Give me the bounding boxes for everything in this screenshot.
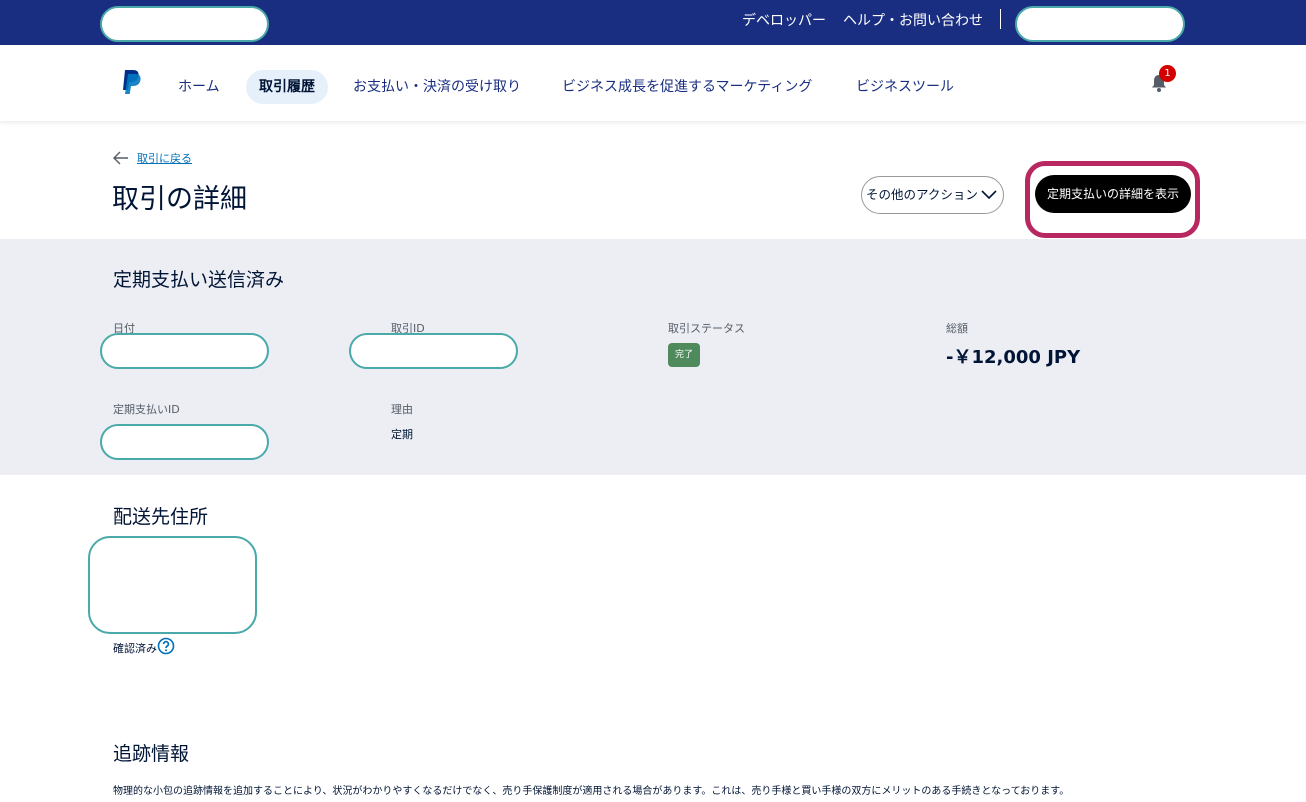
help-contact-link[interactable]: ヘルプ・お問い合わせ <box>843 10 983 30</box>
chevron-down-icon <box>981 190 997 200</box>
nav-home[interactable]: ホーム <box>165 70 233 104</box>
nav-payments[interactable]: お支払い・決済の受け取り <box>340 70 534 104</box>
tracking-title: 追跡情報 <box>113 743 190 765</box>
more-actions-button[interactable]: その他のアクション <box>861 176 1004 214</box>
redacted-user-pill[interactable] <box>1015 6 1185 42</box>
redacted-account-pill <box>100 6 269 42</box>
reason-value: 定期 <box>391 428 413 441</box>
redacted-date-value <box>100 333 269 369</box>
total-amount: -￥12,000 JPY <box>946 347 1081 368</box>
nav-activity[interactable]: 取引履歴 <box>246 70 328 104</box>
summary-title: 定期支払い送信済み <box>113 269 285 291</box>
verified-label: 確認済み <box>113 642 157 655</box>
tracking-description: 物理的な小包の追跡情報を追加することにより、状況がわかりやすくなるだけでなく、売… <box>113 786 1070 797</box>
redacted-recurring-id <box>100 424 269 460</box>
status-badge: 完了 <box>668 343 700 367</box>
reason-label: 理由 <box>391 403 413 416</box>
nav-marketing[interactable]: ビジネス成長を促進するマーケティング <box>549 70 825 104</box>
paypal-logo-icon[interactable] <box>121 69 143 95</box>
main-navigation: ホーム 取引履歴 お支払い・決済の受け取り ビジネス成長を促進するマーケティング… <box>0 45 1306 121</box>
back-arrow-icon[interactable] <box>113 151 129 165</box>
shipping-title: 配送先住所 <box>113 506 209 528</box>
total-label: 総額 <box>946 322 968 335</box>
topbar-divider <box>1000 9 1001 29</box>
page-title: 取引の詳細 <box>112 184 247 215</box>
status-label: 取引ステータス <box>668 322 745 335</box>
redacted-transaction-id <box>349 333 518 369</box>
more-actions-label: その他のアクション <box>866 187 978 202</box>
redacted-shipping-address <box>88 536 257 634</box>
question-circle-icon[interactable] <box>157 637 175 655</box>
top-utility-bar: デベロッパー ヘルプ・お問い合わせ <box>0 0 1306 45</box>
view-recurring-details-button[interactable]: 定期支払いの詳細を表示 <box>1035 175 1191 213</box>
recurring-id-label: 定期支払いID <box>113 403 180 416</box>
developer-link[interactable]: デベロッパー <box>742 10 826 30</box>
nav-business-tools[interactable]: ビジネスツール <box>843 70 967 104</box>
notification-badge: 1 <box>1159 65 1176 82</box>
back-to-activity-link[interactable]: 取引に戻る <box>137 150 192 166</box>
